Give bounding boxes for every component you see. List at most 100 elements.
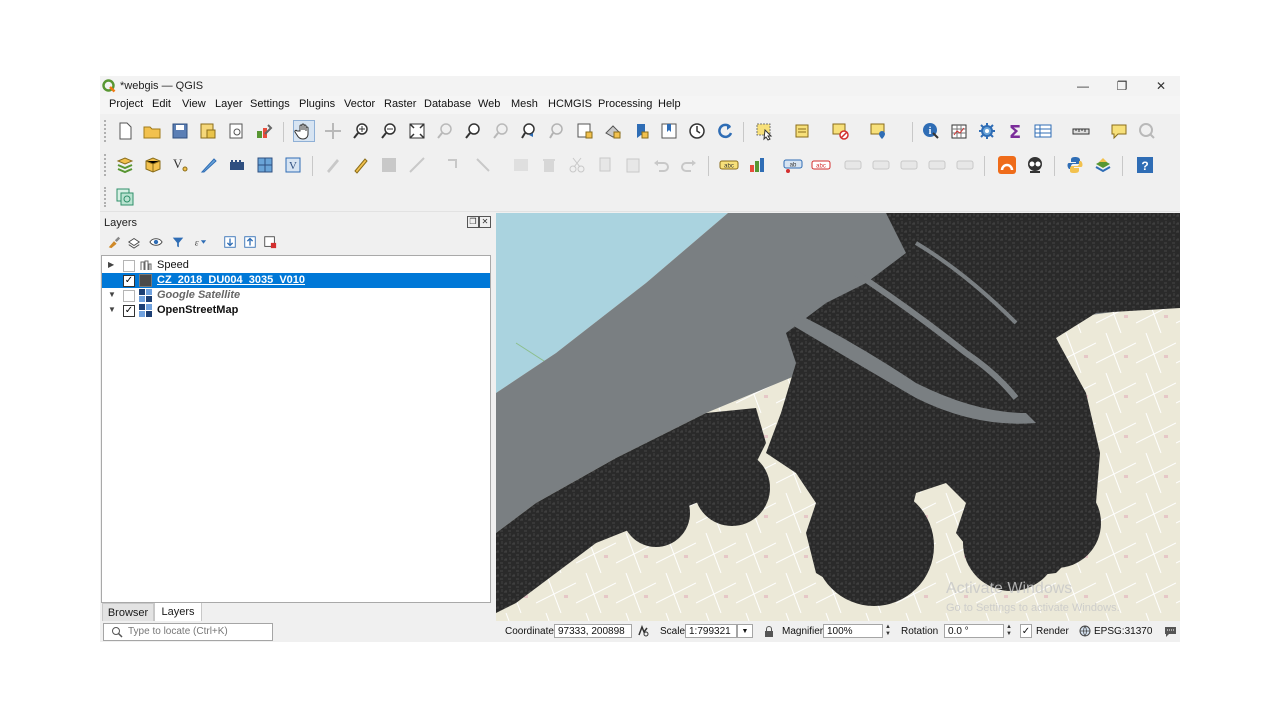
menu-vector[interactable]: Vector [344,98,375,110]
new-shapefile-layer-icon[interactable]: V [170,154,192,176]
current-edits-icon[interactable] [322,154,344,176]
data-source-manager-icon[interactable] [114,154,136,176]
paste-features-icon[interactable] [622,154,644,176]
rotation-spinner-icon[interactable]: ▲ ▼ [1004,624,1014,638]
menu-hcmgis[interactable]: HCMGIS [548,98,592,110]
collapse-arrow-icon[interactable]: ▼ [108,290,116,299]
layer-row-cz-2018[interactable]: ✓ CZ_2018_DU004_3035_V010 [102,273,490,288]
layer-checkbox[interactable]: ✓ [123,305,135,317]
select-by-value-icon[interactable] [792,120,814,142]
redo-icon[interactable] [678,154,700,176]
layer-row-google-satellite[interactable]: ▼ Google Satellite [102,288,490,303]
zoom-next-icon[interactable] [546,120,568,142]
help-contents-icon[interactable]: ? [1134,154,1156,176]
coordinate-field[interactable]: 97333, 200898 [554,624,632,638]
scale-dropdown-icon[interactable]: ▼ [737,624,753,638]
modify-attributes-icon[interactable] [472,154,494,176]
manage-visibility-icon[interactable] [147,233,165,251]
filter-expression-icon[interactable]: ε [191,233,209,251]
zoom-to-selection-icon[interactable] [434,120,456,142]
map-render[interactable] [496,213,1180,621]
digitize-icon[interactable] [406,154,428,176]
menu-processing[interactable]: Processing [598,98,652,110]
close-panel-icon[interactable]: ✕ [479,216,491,228]
style-manager-icon[interactable] [253,120,275,142]
save-project-icon[interactable] [169,120,191,142]
close-button[interactable]: ✕ [1142,76,1180,96]
new-3d-view-icon[interactable] [602,120,624,142]
attribute-table-icon[interactable] [948,120,970,142]
overview-panel-icon[interactable] [114,186,136,208]
temporal-controller-icon[interactable] [686,120,708,142]
layer-row-speed[interactable]: ▶ Speed [102,258,490,273]
python-console-icon[interactable] [1064,154,1086,176]
menu-settings[interactable]: Settings [250,98,290,110]
toggle-editing-icon[interactable] [350,154,372,176]
tab-layers[interactable]: Layers [154,603,202,622]
new-virtual-layer-icon[interactable] [226,154,248,176]
statistical-summary-icon[interactable]: Σ [1004,120,1026,142]
rotate-label-icon[interactable] [870,154,892,176]
undo-icon[interactable] [650,154,672,176]
pan-map-icon[interactable] [293,120,315,142]
show-hide-labels-icon[interactable]: abc [810,154,832,176]
messages-icon[interactable] [1164,625,1177,637]
render-checkbox[interactable]: ✓ [1020,624,1032,638]
qms-search-icon[interactable] [1024,154,1046,176]
new-project-icon[interactable] [114,120,136,142]
layer-checkbox[interactable] [123,260,135,272]
identify-features-icon[interactable]: i [920,120,942,142]
toggle-extents-icon[interactable] [636,624,650,638]
menu-mesh[interactable]: Mesh [511,98,538,110]
expand-arrow-icon[interactable]: ▶ [108,260,114,269]
add-group-icon[interactable] [125,233,143,251]
new-map-view-icon[interactable] [574,120,596,142]
pin-labels-icon[interactable]: ab [782,154,804,176]
menu-plugins[interactable]: Plugins [299,98,335,110]
copy-features-icon[interactable] [594,154,616,176]
toolbar-handle[interactable] [104,120,109,142]
select-location-icon[interactable] [868,120,890,142]
menu-database[interactable]: Database [424,98,471,110]
style-layer-icon[interactable] [105,233,123,251]
zoom-native-icon[interactable] [490,120,512,142]
zoom-in-icon[interactable] [350,120,372,142]
magnifier-spinner-icon[interactable]: ▲ ▼ [883,624,893,638]
menu-layer[interactable]: Layer [215,98,243,110]
zoom-out-icon[interactable] [378,120,400,142]
pan-to-selection-icon[interactable] [322,120,344,142]
menu-raster[interactable]: Raster [384,98,416,110]
toolbar-handle[interactable] [104,187,109,207]
toolbar-handle[interactable] [104,154,109,176]
change-label-icon[interactable] [898,154,920,176]
print-layout-icon[interactable] [225,120,247,142]
map-canvas[interactable]: Activate Windows Go to Settings to activ… [496,213,1180,621]
menu-project[interactable]: Project [109,98,143,110]
processing-toolbox-icon[interactable] [976,120,998,142]
crs-globe-icon[interactable] [1079,625,1091,637]
open-field-calculator-icon[interactable] [1032,120,1054,142]
quickmapservices-icon[interactable] [996,154,1018,176]
menu-help[interactable]: Help [658,98,681,110]
rotation-field[interactable]: 0.0 ° [944,624,1004,638]
locator-search[interactable]: Type to locate (Ctrl+K) [103,623,273,641]
move-label-icon[interactable] [842,154,864,176]
edit-table-icon[interactable] [510,154,532,176]
toggle-label-icon[interactable] [926,154,948,176]
minimize-button[interactable]: — [1064,76,1102,96]
new-bookmark-icon[interactable] [630,120,652,142]
tab-browser[interactable]: Browser [102,603,154,623]
show-bookmarks-icon[interactable] [658,120,680,142]
layer-checkbox[interactable]: ✓ [123,275,135,287]
zoom-last-icon[interactable] [518,120,540,142]
new-mesh-layer-icon[interactable]: V [282,154,304,176]
vertex-tool-icon[interactable] [444,154,466,176]
layer-checkbox[interactable] [123,290,135,302]
float-panel-icon[interactable]: ❐ [467,216,479,228]
collapse-arrow-icon[interactable]: ▼ [108,305,116,314]
lock-scale-icon[interactable] [763,625,775,638]
map-tips-icon[interactable] [1108,120,1130,142]
save-as-icon[interactable] [197,120,219,142]
open-project-icon[interactable] [141,120,163,142]
label-properties-icon[interactable] [954,154,976,176]
